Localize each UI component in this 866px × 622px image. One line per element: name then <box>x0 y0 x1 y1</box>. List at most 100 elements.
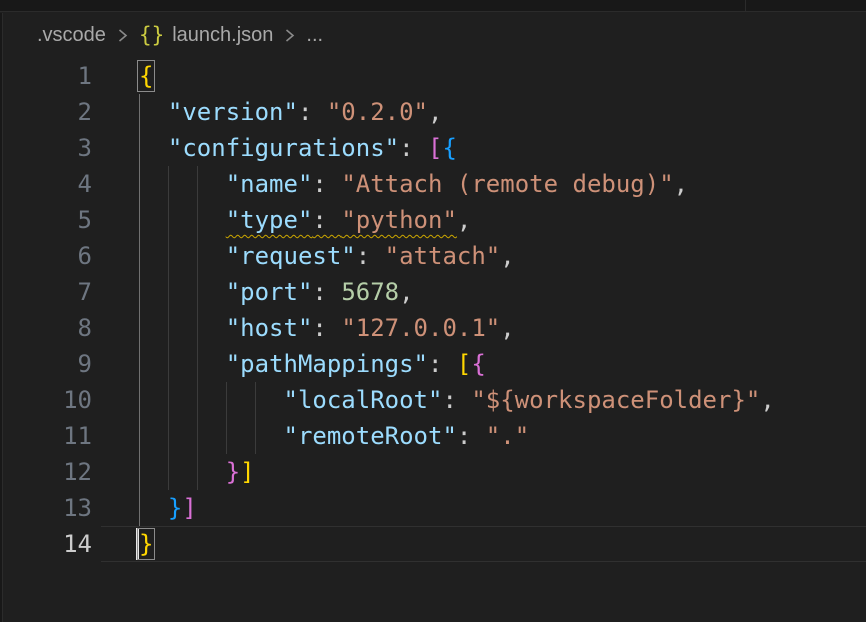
matched-bracket: { <box>139 62 153 90</box>
token-b2: } <box>226 458 240 486</box>
token-key: "configurations" <box>168 134 399 162</box>
token-key: "remoteRoot" <box>284 422 457 450</box>
line-number-13[interactable]: 13 <box>0 490 92 526</box>
line-content: { <box>139 58 153 94</box>
token-key: "type" <box>226 206 313 234</box>
token-str: "." <box>486 422 529 450</box>
line-content: "version": "0.2.0", <box>139 94 442 130</box>
line-content: } <box>139 526 153 562</box>
token-str: "${workspaceFolder}" <box>471 386 760 414</box>
code-line-11[interactable]: 11 "remoteRoot": "." <box>0 418 866 454</box>
token-pun: : <box>312 170 341 198</box>
token-b2: { <box>471 350 485 378</box>
token-ws <box>139 458 226 486</box>
token-pun: : <box>312 206 341 234</box>
line-content: "host": "127.0.0.1", <box>139 310 515 346</box>
line-number-5[interactable]: 5 <box>0 202 92 238</box>
token-str: "attach" <box>385 242 501 270</box>
line-number-10[interactable]: 10 <box>0 382 92 418</box>
chevron-right-icon <box>282 26 297 45</box>
warning-squiggle: "type": "python" <box>226 206 457 234</box>
code-line-9[interactable]: 9 "pathMappings": [{ <box>0 346 866 382</box>
code-line-3[interactable]: 3 "configurations": [{ <box>0 130 866 166</box>
token-pun: , <box>500 242 514 270</box>
line-number-12[interactable]: 12 <box>0 454 92 490</box>
token-ws <box>139 386 284 414</box>
code-line-10[interactable]: 10 "localRoot": "${workspaceFolder}", <box>0 382 866 418</box>
line-content: "localRoot": "${workspaceFolder}", <box>139 382 775 418</box>
token-ws <box>139 206 226 234</box>
line-number-2[interactable]: 2 <box>0 94 92 130</box>
line-number-6[interactable]: 6 <box>0 238 92 274</box>
code-line-1[interactable]: 1{ <box>0 58 866 94</box>
code-line-6[interactable]: 6 "request": "attach", <box>0 238 866 274</box>
line-number-9[interactable]: 9 <box>0 346 92 382</box>
token-key: "request" <box>226 242 356 270</box>
line-number-4[interactable]: 4 <box>0 166 92 202</box>
line-number-14[interactable]: 14 <box>0 526 92 562</box>
token-key: "version" <box>168 98 298 126</box>
editor[interactable]: 1{2 "version": "0.2.0",3 "configurations… <box>0 58 866 622</box>
token-pun: , <box>399 278 413 306</box>
vscode-window: .vscode{}launch.json... 1{2 "version": "… <box>0 0 866 622</box>
line-number-1[interactable]: 1 <box>0 58 92 94</box>
token-ws <box>139 170 226 198</box>
token-b3: } <box>168 494 182 522</box>
token-b1: [ <box>457 350 471 378</box>
token-b2: [ <box>428 134 442 162</box>
token-pun: , <box>760 386 774 414</box>
breadcrumb: .vscode {} launch.json... <box>37 13 323 57</box>
token-b1: ] <box>240 458 254 486</box>
token-key: "localRoot" <box>284 386 443 414</box>
token-pun: , <box>457 206 471 234</box>
json-file-icon: {} <box>139 23 164 47</box>
line-content: "request": "attach", <box>139 238 515 274</box>
token-ws <box>139 134 168 162</box>
token-str: "0.2.0" <box>327 98 428 126</box>
line-number-11[interactable]: 11 <box>0 418 92 454</box>
tab-bar <box>0 0 866 12</box>
token-ws <box>139 98 168 126</box>
line-content: }] <box>139 454 255 490</box>
line-content: "pathMappings": [{ <box>139 346 486 382</box>
code-line-13[interactable]: 13 }] <box>0 490 866 526</box>
token-ws <box>139 350 226 378</box>
token-pun: : <box>399 134 428 162</box>
token-b3: { <box>442 134 456 162</box>
token-str: "127.0.0.1" <box>341 314 500 342</box>
token-key: "host" <box>226 314 313 342</box>
token-pun: : <box>428 350 457 378</box>
breadcrumb-item-2[interactable]: launch.json <box>172 24 273 47</box>
breadcrumb-item-3[interactable]: ... <box>306 24 323 47</box>
line-content: "name": "Attach (remote debug)", <box>139 166 688 202</box>
token-key: "name" <box>226 170 313 198</box>
code-lines: 1{2 "version": "0.2.0",3 "configurations… <box>0 58 866 562</box>
code-line-14[interactable]: 14} <box>0 526 866 562</box>
line-content: "type": "python", <box>139 202 471 238</box>
token-pun: : <box>298 98 327 126</box>
token-pun: : <box>312 278 341 306</box>
code-line-12[interactable]: 12 }] <box>0 454 866 490</box>
code-line-8[interactable]: 8 "host": "127.0.0.1", <box>0 310 866 346</box>
token-ws <box>139 278 226 306</box>
token-str: "python" <box>341 206 457 234</box>
token-b2: ] <box>182 494 196 522</box>
code-line-5[interactable]: 5 "type": "python", <box>0 202 866 238</box>
token-key: "pathMappings" <box>226 350 428 378</box>
line-number-8[interactable]: 8 <box>0 310 92 346</box>
tab-divider <box>745 0 746 12</box>
code-line-4[interactable]: 4 "name": "Attach (remote debug)", <box>0 166 866 202</box>
breadcrumb-item-1[interactable]: .vscode <box>37 24 106 47</box>
line-number-7[interactable]: 7 <box>0 274 92 310</box>
line-number-3[interactable]: 3 <box>0 130 92 166</box>
matched-bracket: } <box>139 530 153 558</box>
token-ws <box>139 494 168 522</box>
code-line-7[interactable]: 7 "port": 5678, <box>0 274 866 310</box>
token-ws <box>139 242 226 270</box>
line-content: }] <box>139 490 197 526</box>
code-line-2[interactable]: 2 "version": "0.2.0", <box>0 94 866 130</box>
token-pun: , <box>500 314 514 342</box>
token-pun: : <box>312 314 341 342</box>
token-key: "port" <box>226 278 313 306</box>
token-pun: : <box>457 422 486 450</box>
